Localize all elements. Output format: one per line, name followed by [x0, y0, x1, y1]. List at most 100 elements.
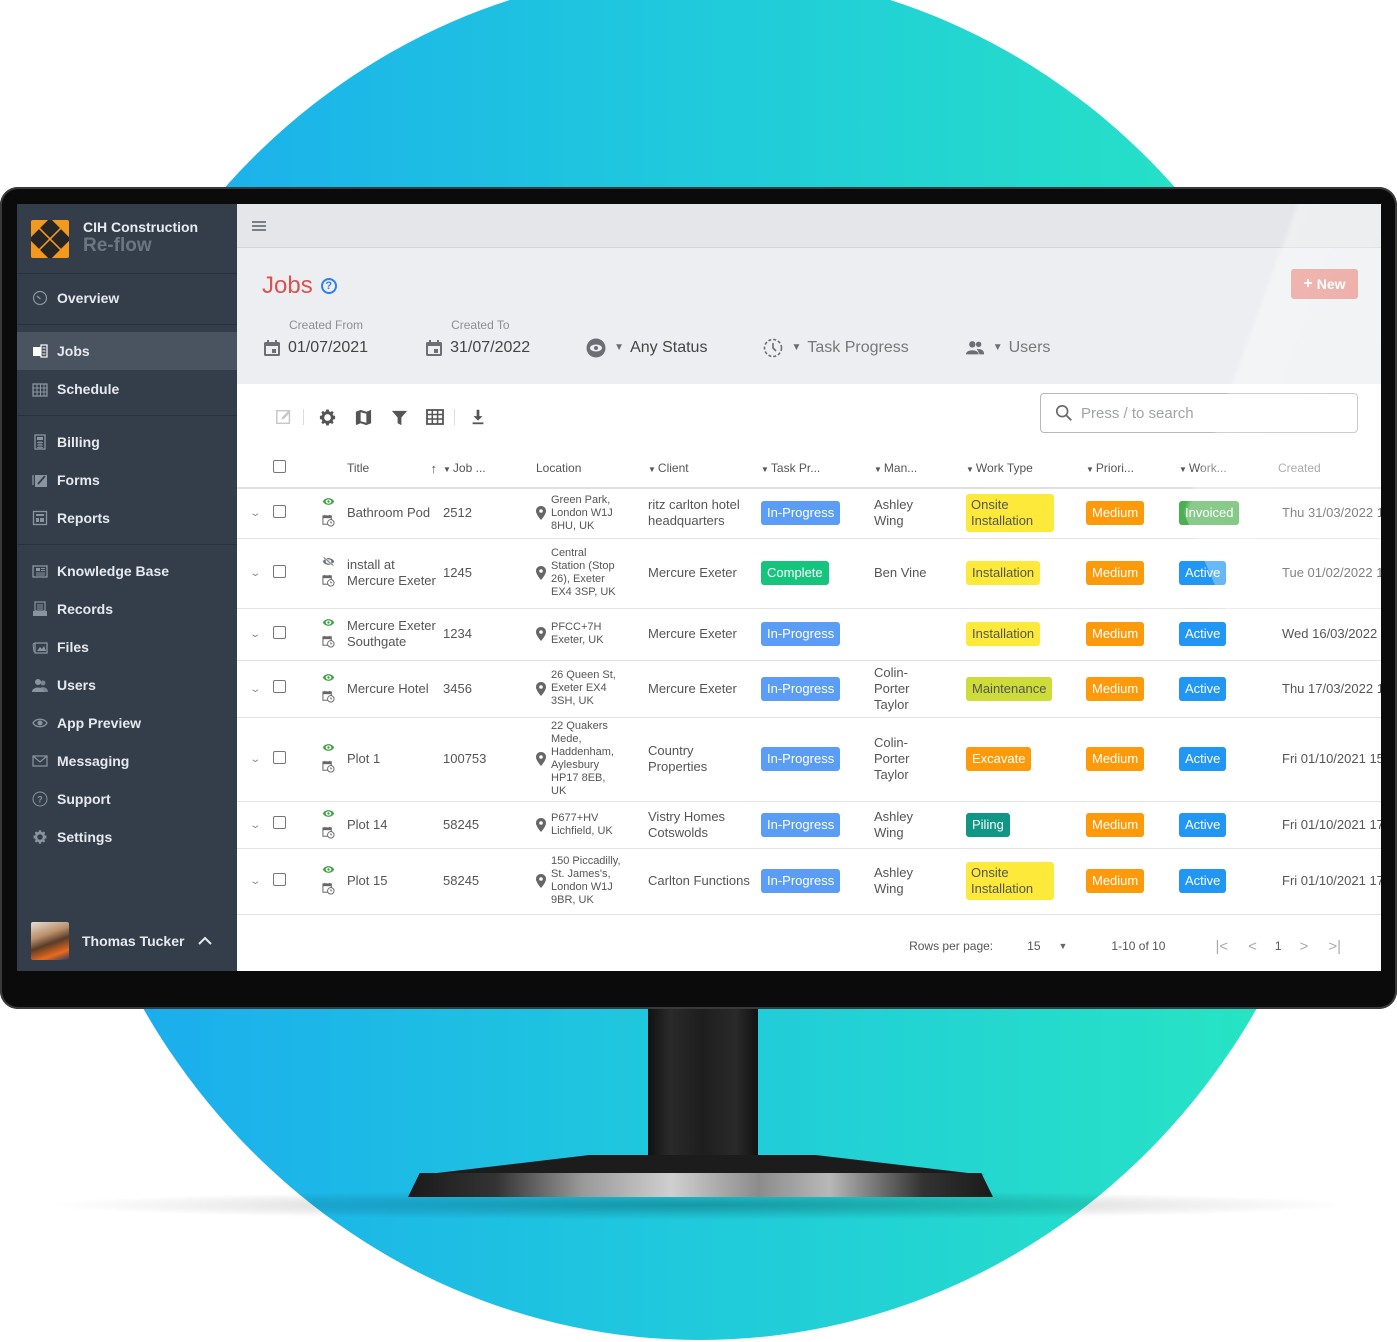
sidebar-item-files[interactable]: Files [17, 628, 237, 666]
sidebar-item-app-preview[interactable]: App Preview [17, 704, 237, 742]
created-to-filter[interactable]: Created To 31/07/2022 [424, 318, 530, 358]
status-filter[interactable]: ▼ Any Status [586, 338, 707, 358]
expand-row-icon[interactable]: ⌄ [249, 682, 261, 698]
calendar-clock-icon[interactable] [321, 760, 335, 777]
expand-row-icon[interactable]: ⌄ [249, 566, 261, 582]
table-columns-icon[interactable] [424, 406, 446, 428]
cell-title[interactable]: Mercure Hotel [347, 660, 443, 718]
table-row[interactable]: ⌄ install at Mercure Exeter 1245 Central St… [237, 538, 1381, 609]
calendar-clock-icon[interactable] [321, 882, 335, 899]
sidebar-item-support[interactable]: ? Support [17, 780, 237, 818]
sidebar-item-knowledge-base[interactable]: Knowledge Base [17, 552, 237, 590]
table-row[interactable]: ⌄ Bathroom Pod 2512 Green Park, London W1J … [237, 488, 1381, 539]
visible-eye-icon[interactable] [322, 863, 335, 880]
gear-icon[interactable] [316, 406, 338, 428]
row-checkbox[interactable] [273, 872, 286, 886]
column-header-manager[interactable]: ▼ Man... [874, 449, 966, 489]
sidebar-item-overview[interactable]: Overview [17, 279, 237, 317]
cell-title[interactable]: Bathroom Pod [347, 488, 443, 539]
download-icon[interactable] [467, 406, 489, 428]
last-page-icon[interactable]: >| [1328, 938, 1341, 955]
task-progress-badge: In-Progress [761, 501, 841, 526]
calendar-clock-icon[interactable] [321, 514, 335, 531]
table-row[interactable]: ⌄ Mercure Hotel 3456 26 Queen St, Exeter EX… [237, 660, 1381, 718]
sort-ascending-icon[interactable]: ↑ [431, 461, 438, 476]
table-row[interactable]: ⌄ Mercure Exeter Southgate 1234 PFCC+7H Exe… [237, 608, 1381, 661]
calendar-clock-icon[interactable] [321, 690, 335, 707]
select-all-checkbox[interactable] [273, 460, 286, 473]
row-checkbox[interactable] [273, 816, 286, 829]
sidebar-item-messaging[interactable]: Messaging [17, 742, 237, 780]
column-header-priority[interactable]: ▼ Priori... [1086, 449, 1179, 489]
column-header-client[interactable]: ▼ Client [648, 449, 761, 489]
sidebar-item-forms[interactable]: Forms [17, 461, 237, 499]
user-menu[interactable]: Thomas Tucker [17, 911, 237, 971]
row-checkbox[interactable] [273, 680, 286, 693]
visible-eye-icon[interactable] [322, 671, 335, 688]
expand-row-icon[interactable]: ⌄ [249, 506, 261, 522]
visible-eye-icon[interactable] [322, 741, 335, 758]
cell-title[interactable]: Mercure Exeter Southgate [347, 608, 443, 661]
table-row[interactable]: ⌄ Plot 1 100753 22 Quakers Mede, Haddenham,… [237, 717, 1381, 802]
expand-row-icon[interactable]: ⌄ [249, 874, 261, 890]
visible-eye-icon[interactable] [322, 616, 335, 633]
help-icon[interactable]: ? [320, 278, 337, 294]
previous-page-icon[interactable]: < [1248, 938, 1257, 955]
next-page-icon[interactable]: > [1300, 938, 1309, 955]
work-status-badge: Active [1179, 869, 1227, 893]
cell-title[interactable]: Plot 15 [347, 848, 443, 915]
calendar-clock-icon[interactable] [321, 635, 335, 652]
row-checkbox[interactable] [273, 750, 286, 764]
caret-down-icon: ▼ [992, 342, 1003, 353]
first-page-icon[interactable]: |< [1215, 938, 1228, 955]
sidebar-item-records[interactable]: Records [17, 590, 237, 628]
column-header-job[interactable]: ▼ Job ... [443, 449, 536, 489]
cell-title[interactable]: Plot 14 [347, 801, 443, 849]
created-from-label: Created From [289, 318, 364, 332]
edit-icon[interactable] [273, 406, 295, 428]
sidebar-item-settings[interactable]: Settings [17, 818, 237, 856]
hidden-eye-icon[interactable] [322, 555, 335, 572]
created-from-filter[interactable]: Created From 01/07/2021 [262, 318, 368, 358]
column-header-task-progress[interactable]: ▼ Task Pr... [761, 449, 874, 489]
sidebar-item-jobs[interactable]: Jobs [17, 332, 237, 370]
task-progress-badge: In-Progress [761, 676, 841, 701]
column-header-work-type[interactable]: ▼ Work Type [966, 449, 1086, 489]
calendar-clock-icon[interactable] [321, 574, 335, 591]
calendar-clock-icon[interactable] [321, 826, 335, 843]
cell-job-number: 2512 [443, 488, 536, 539]
expand-row-icon[interactable]: ⌄ [249, 818, 261, 834]
cell-title[interactable]: install at Mercure Exeter [347, 538, 443, 609]
cell-title[interactable]: Plot 1 [347, 717, 443, 802]
row-checkbox[interactable] [273, 564, 286, 578]
task-progress-filter[interactable]: ▼ Task Progress [763, 338, 909, 358]
sidebar-item-label: Forms [57, 472, 100, 488]
column-header-work-status[interactable]: ▼ Work... [1179, 449, 1278, 489]
row-checkbox[interactable] [273, 625, 286, 639]
sidebar-item-billing[interactable]: Billing [17, 423, 237, 461]
cell-job-number: 1234 [443, 608, 536, 661]
filter-icon[interactable] [388, 406, 410, 428]
table-row[interactable]: ⌄ Plot 14 58245 P677+HV Lichfield, UK Vistry… [237, 801, 1381, 849]
column-header-created[interactable]: Created [1278, 449, 1381, 489]
row-checkbox[interactable] [273, 504, 286, 518]
visible-eye-icon[interactable] [322, 807, 335, 824]
sidebar-item-schedule[interactable]: Schedule [17, 370, 237, 408]
column-header-title[interactable]: Title ↑ [347, 449, 443, 489]
users-filter[interactable]: ▼ Users [965, 338, 1050, 358]
sidebar-item-users[interactable]: Users [17, 666, 237, 704]
table-row[interactable]: ⌄ Plot 15 58245 150 Piccadilly, St. James's… [237, 848, 1381, 915]
menu-icon[interactable] [252, 220, 266, 231]
task-progress-badge: In-Progress [761, 747, 841, 771]
new-job-button[interactable]: + New [1291, 269, 1358, 299]
visible-eye-icon[interactable] [322, 495, 335, 512]
search-input[interactable] [1081, 404, 1321, 422]
expand-row-icon[interactable]: ⌄ [249, 752, 261, 768]
rows-per-page-select[interactable]: 15 ▼ [1027, 939, 1067, 953]
sidebar-item-reports[interactable]: Reports [17, 499, 237, 537]
map-icon[interactable] [352, 406, 374, 428]
expand-row-icon[interactable]: ⌄ [249, 627, 261, 643]
chevron-up-icon[interactable] [198, 933, 213, 949]
work-type-badge: Piling [966, 812, 1010, 837]
column-header-location[interactable]: Location [536, 449, 648, 489]
